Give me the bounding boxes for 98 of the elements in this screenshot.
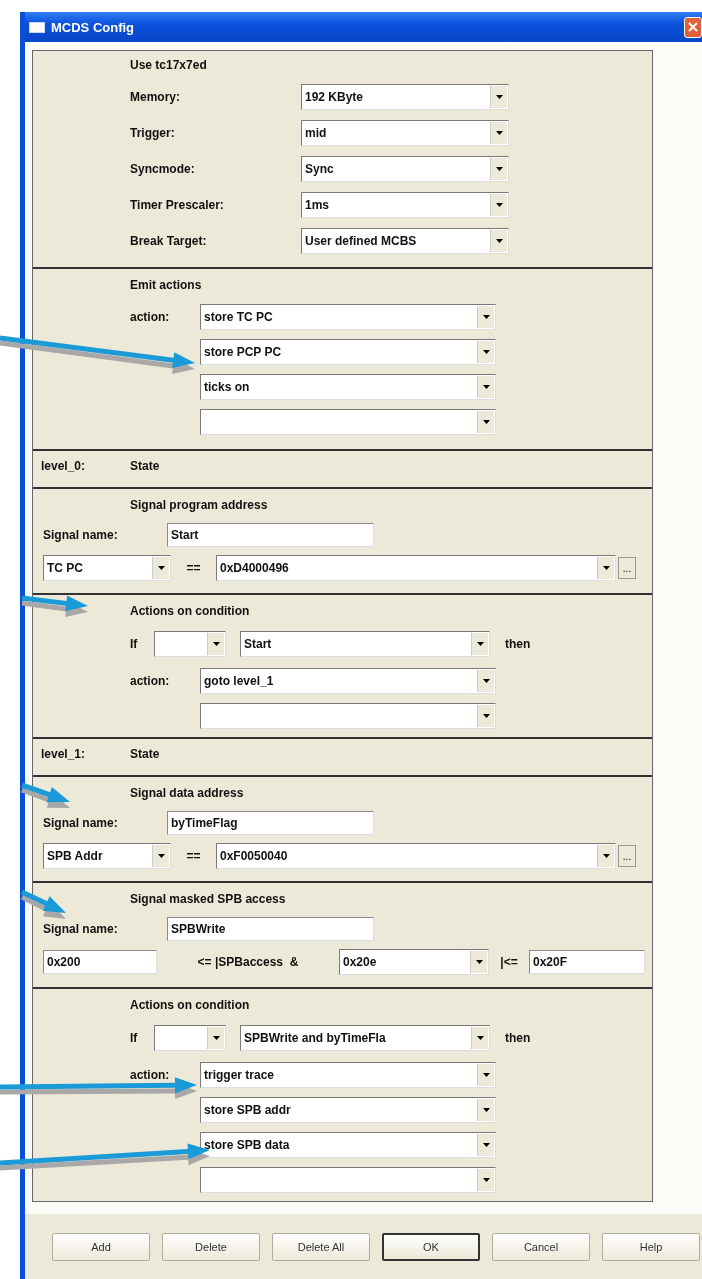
caret-icon — [602, 566, 610, 570]
dialog-button[interactable]: Delete All — [272, 1232, 370, 1261]
text-field[interactable]: Start — [167, 523, 374, 547]
close-icon — [688, 22, 698, 32]
section-title: Signal masked SPB access — [130, 891, 286, 908]
section-title: Signal program address — [130, 497, 268, 514]
field-label: If — [130, 637, 139, 651]
operator-label: |<= — [499, 955, 519, 969]
caret-icon — [157, 854, 165, 858]
field-label: Trigger: — [130, 126, 176, 140]
caret-icon — [495, 203, 503, 207]
field-label: Signal name: — [43, 816, 119, 830]
dropdown[interactable] — [154, 631, 226, 657]
dropdown[interactable]: 0xF0050040 — [216, 843, 616, 869]
field-label: action: — [130, 309, 171, 324]
callout-arrow — [21, 595, 88, 617]
text-field[interactable]: SPBWrite — [167, 917, 374, 941]
dropdown[interactable]: Start — [240, 631, 490, 657]
caret-icon — [212, 642, 220, 646]
section-title: Emit actions — [130, 277, 202, 294]
window-icon — [29, 21, 45, 33]
section-title: Actions on condition — [130, 603, 250, 620]
dropdown[interactable]: 0x20e — [339, 949, 489, 975]
caret-icon — [482, 1177, 490, 1182]
caret-icon — [495, 95, 503, 99]
field-label: Memory: — [130, 90, 181, 104]
caret-icon — [482, 384, 490, 389]
dropdown[interactable]: mid — [301, 120, 509, 146]
caret-icon — [495, 167, 503, 171]
field-label: Break Target: — [130, 234, 208, 248]
callout-arrow — [20, 889, 66, 919]
dropdown[interactable]: store SPB addr — [200, 1096, 496, 1123]
caret-icon — [212, 1036, 220, 1040]
dropdown[interactable]: store SPB data — [200, 1131, 496, 1158]
field-label: Signal name: — [43, 922, 119, 936]
callout-arrow — [21, 782, 70, 808]
field-label: Timer Prescaler: — [130, 198, 225, 212]
dropdown[interactable]: 192 KByte — [301, 84, 509, 110]
dropdown[interactable] — [154, 1025, 226, 1051]
dropdown[interactable]: store PCP PC — [200, 338, 496, 365]
dropdown[interactable]: Sync — [301, 156, 509, 182]
dialog-button[interactable]: OK — [382, 1232, 480, 1261]
operator-label: == — [185, 849, 202, 863]
caret-icon — [495, 131, 503, 135]
dropdown[interactable]: ticks on — [200, 373, 496, 400]
dropdown[interactable] — [200, 1166, 496, 1193]
text-field[interactable]: 0x20F — [529, 950, 645, 974]
dropdown[interactable]: TC PC — [43, 555, 171, 581]
dropdown[interactable]: trigger trace — [200, 1061, 496, 1088]
dropdown[interactable] — [200, 408, 496, 435]
section-title: Use tc17x7ed — [130, 57, 207, 74]
dialog-button[interactable]: Cancel — [492, 1232, 590, 1261]
caret-icon — [476, 1036, 484, 1040]
field-label: level_0: — [41, 459, 87, 473]
caret-icon — [482, 349, 490, 354]
dialog-button[interactable]: Add — [52, 1232, 150, 1261]
section-title: Signal data address — [130, 785, 244, 802]
dropdown[interactable]: goto level_1 — [200, 667, 496, 694]
caret-icon — [495, 239, 503, 243]
caret-icon — [475, 960, 483, 964]
dropdown[interactable]: User defined MCBS — [301, 228, 509, 254]
operator-label: == — [185, 561, 202, 575]
caret-icon — [482, 713, 490, 718]
dropdown[interactable]: SPB Addr — [43, 843, 171, 869]
caret-icon — [482, 1107, 490, 1112]
caret-icon — [482, 314, 490, 319]
caret-icon — [476, 642, 484, 646]
caret-icon — [482, 1072, 490, 1077]
browse-button[interactable]: ... — [618, 845, 636, 867]
dialog-button[interactable]: Help — [602, 1232, 700, 1261]
state-label: State — [130, 747, 160, 761]
window-title: MCDS Config — [51, 19, 135, 35]
caret-icon — [157, 566, 165, 570]
dropdown[interactable]: 1ms — [301, 192, 509, 218]
close-button[interactable] — [684, 16, 702, 38]
browse-button[interactable]: ... — [618, 557, 636, 579]
state-label: State — [130, 459, 160, 473]
field-label: then — [505, 1031, 531, 1045]
field-label: Signal name: — [43, 528, 119, 542]
field-label: then — [505, 637, 531, 651]
dropdown[interactable]: store TC PC — [200, 303, 496, 330]
field-label: action: — [130, 673, 171, 688]
text-field[interactable]: 0x200 — [43, 950, 157, 974]
dropdown[interactable]: SPBWrite and byTimeFla — [240, 1025, 490, 1051]
field-label: level_1: — [41, 747, 87, 761]
dropdown[interactable]: 0xD4000496 — [216, 555, 616, 581]
text-field[interactable]: byTimeFlag — [167, 811, 374, 835]
caret-icon — [482, 678, 490, 683]
section-title: Actions on condition — [130, 997, 250, 1014]
caret-icon — [482, 1142, 490, 1147]
caret-icon — [602, 854, 610, 858]
field-label: If — [130, 1031, 139, 1045]
field-label: action: — [130, 1067, 171, 1082]
dropdown[interactable] — [200, 702, 496, 729]
caret-icon — [482, 419, 490, 424]
dialog-button[interactable]: Delete — [162, 1232, 260, 1261]
field-label: Syncmode: — [130, 162, 196, 176]
expression-label: <= |SPBaccess & — [196, 955, 300, 969]
